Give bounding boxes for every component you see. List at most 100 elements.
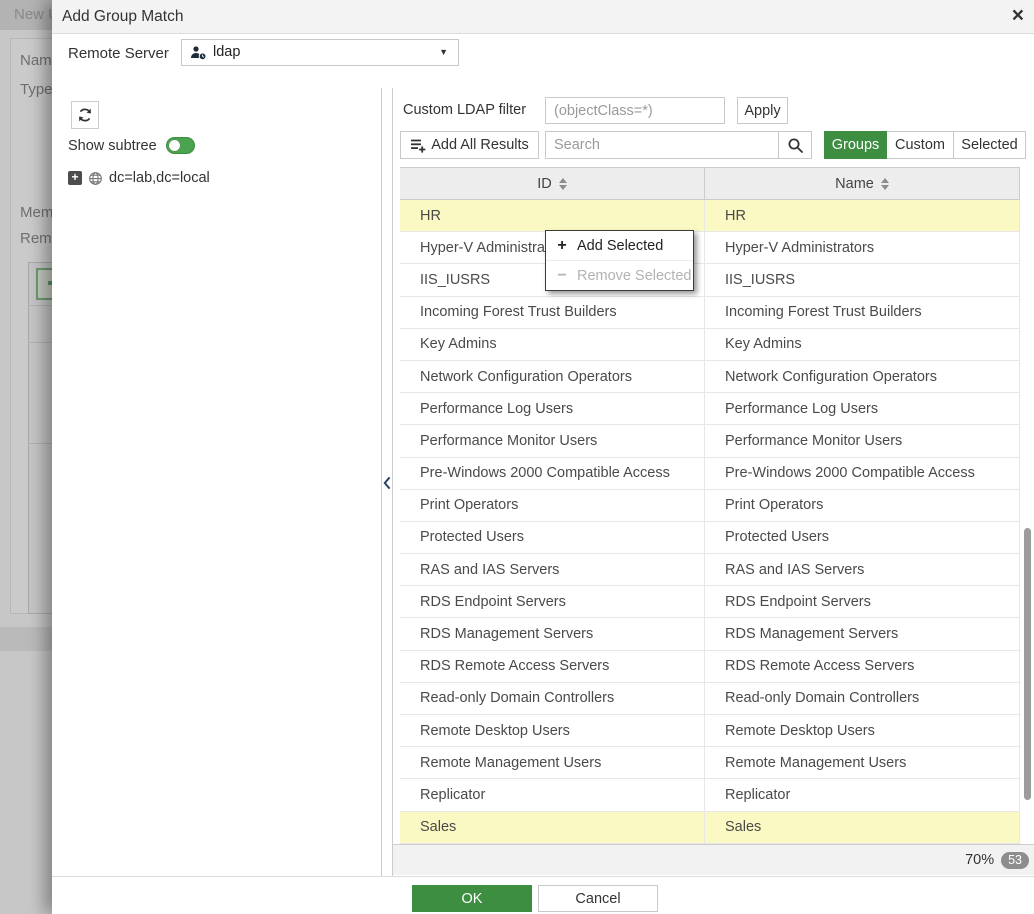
- dialog-titlebar: Add Group Match ×: [52, 0, 1034, 34]
- cell-name: Incoming Forest Trust Builders: [705, 297, 1020, 328]
- search-button[interactable]: [778, 131, 812, 159]
- table-row[interactable]: Pre-Windows 2000 Compatible Access Pre-W…: [400, 458, 1020, 490]
- context-menu-remove-selected[interactable]: − Remove Selected: [546, 260, 693, 290]
- table-row[interactable]: RDS Remote Access Servers RDS Remote Acc…: [400, 651, 1020, 683]
- background-label-members: Mem: [20, 204, 53, 221]
- table-status-bar: 70% 53: [393, 844, 1034, 875]
- tree-node-root[interactable]: + dc=lab,dc=local: [68, 170, 210, 186]
- table-row[interactable]: Protected Users Protected Users: [400, 522, 1020, 554]
- panel-splitter[interactable]: [381, 88, 393, 876]
- toggle-knob: [168, 139, 181, 152]
- apply-button[interactable]: Apply: [737, 97, 788, 124]
- table-row[interactable]: Remote Management Users Remote Managemen…: [400, 747, 1020, 779]
- table-row[interactable]: Incoming Forest Trust Builders Incoming …: [400, 297, 1020, 329]
- apply-button-label: Apply: [744, 103, 780, 119]
- row-count-badge: 53: [1001, 852, 1029, 869]
- table-row[interactable]: Key Admins Key Admins: [400, 329, 1020, 361]
- table-row[interactable]: RAS and IAS Servers RAS and IAS Servers: [400, 554, 1020, 586]
- ldap-filter-input[interactable]: [545, 97, 725, 124]
- cell-id: Print Operators: [400, 490, 705, 521]
- context-menu-add-selected[interactable]: + Add Selected: [546, 231, 693, 260]
- cell-name: RDS Management Servers: [705, 618, 1020, 649]
- table-row[interactable]: Performance Log Users Performance Log Us…: [400, 393, 1020, 425]
- background-footer-strip: [0, 627, 52, 651]
- cell-name: Print Operators: [705, 490, 1020, 521]
- show-subtree-label: Show subtree: [68, 138, 157, 154]
- tab-groups-label: Groups: [832, 137, 880, 153]
- table-header: ID Name: [400, 167, 1020, 200]
- table-row[interactable]: Performance Monitor Users Performance Mo…: [400, 425, 1020, 457]
- close-icon[interactable]: ×: [1012, 0, 1024, 31]
- tab-groups[interactable]: Groups: [824, 131, 887, 159]
- table-row[interactable]: RDS Endpoint Servers RDS Endpoint Server…: [400, 586, 1020, 618]
- remote-server-label: Remote Server: [68, 45, 169, 62]
- ok-button[interactable]: OK: [412, 885, 532, 912]
- cancel-button-label: Cancel: [575, 891, 620, 907]
- tree-expand-icon[interactable]: +: [68, 171, 82, 185]
- column-header-id[interactable]: ID: [400, 168, 705, 199]
- search-input[interactable]: [545, 131, 779, 159]
- user-clock-icon: [190, 45, 207, 61]
- background-label-type: Type: [20, 81, 53, 98]
- cell-id: Performance Log Users: [400, 393, 705, 424]
- table-row[interactable]: Read-only Domain Controllers Read-only D…: [400, 683, 1020, 715]
- cell-name: IIS_IUSRS: [705, 264, 1020, 295]
- vertical-scrollbar[interactable]: [1024, 528, 1031, 800]
- cell-id: RDS Management Servers: [400, 618, 705, 649]
- cell-name: HR: [705, 200, 1020, 231]
- context-menu-remove-selected-label: Remove Selected: [577, 268, 691, 284]
- table-row[interactable]: Network Configuration Operators Network …: [400, 361, 1020, 393]
- table-row[interactable]: Replicator Replicator: [400, 779, 1020, 811]
- cell-id: Read-only Domain Controllers: [400, 683, 705, 714]
- cancel-button[interactable]: Cancel: [538, 885, 658, 912]
- tab-selected[interactable]: Selected: [953, 131, 1026, 159]
- ok-button-label: OK: [462, 891, 483, 907]
- globe-icon: [88, 171, 103, 186]
- refresh-icon: [77, 107, 93, 123]
- tab-custom[interactable]: Custom: [886, 131, 954, 159]
- table-row[interactable]: Hyper-V Administrators Hyper-V Administr…: [400, 232, 1020, 264]
- collapse-chevron-icon[interactable]: [383, 476, 391, 490]
- table-row[interactable]: HR HR: [400, 200, 1020, 232]
- context-menu-add-selected-label: Add Selected: [577, 238, 663, 254]
- column-header-name[interactable]: Name: [705, 168, 1020, 199]
- cell-id: HR: [400, 200, 705, 231]
- show-subtree-toggle[interactable]: [166, 137, 195, 154]
- cell-id: Sales: [400, 812, 705, 843]
- cell-id: Protected Users: [400, 522, 705, 553]
- cell-id: Replicator: [400, 779, 705, 810]
- sort-icon: [559, 178, 567, 190]
- cell-name: Performance Log Users: [705, 393, 1020, 424]
- table-body: HR HR Hyper-V Administrators Hyper-V Adm…: [400, 200, 1020, 844]
- table-row[interactable]: Sales Sales: [400, 812, 1020, 844]
- dialog-title: Add Group Match: [62, 0, 183, 33]
- table-row[interactable]: IIS_IUSRS IIS_IUSRS: [400, 264, 1020, 296]
- table-row[interactable]: Print Operators Print Operators: [400, 490, 1020, 522]
- cell-name: RAS and IAS Servers: [705, 554, 1020, 585]
- cell-id: Key Admins: [400, 329, 705, 360]
- tab-selected-label: Selected: [961, 137, 1017, 153]
- refresh-button[interactable]: [71, 101, 99, 129]
- cell-id: Remote Management Users: [400, 747, 705, 778]
- background-label-name: Nam: [20, 52, 52, 69]
- background-label-remote: Rem: [20, 230, 52, 247]
- plus-icon: +: [556, 237, 568, 255]
- table-row[interactable]: RDS Management Servers RDS Management Se…: [400, 618, 1020, 650]
- sort-icon: [881, 178, 889, 190]
- cell-name: Remote Management Users: [705, 747, 1020, 778]
- tab-custom-label: Custom: [895, 137, 945, 153]
- cell-name: Protected Users: [705, 522, 1020, 553]
- column-header-name-label: Name: [835, 176, 874, 192]
- chevron-down-icon: ▼: [439, 40, 448, 65]
- cell-name: Performance Monitor Users: [705, 425, 1020, 456]
- result-tabs: Groups Custom Selected: [824, 131, 1026, 159]
- remote-server-dropdown[interactable]: ldap ▼: [181, 39, 459, 66]
- cell-name: Key Admins: [705, 329, 1020, 360]
- add-all-results-label: Add All Results: [431, 137, 529, 153]
- table-row[interactable]: Remote Desktop Users Remote Desktop User…: [400, 715, 1020, 747]
- cell-name: Remote Desktop Users: [705, 715, 1020, 746]
- remote-server-value: ldap: [213, 40, 240, 65]
- cell-id: Pre-Windows 2000 Compatible Access: [400, 458, 705, 489]
- add-all-results-button[interactable]: Add All Results: [400, 131, 539, 159]
- list-plus-icon: [410, 138, 426, 153]
